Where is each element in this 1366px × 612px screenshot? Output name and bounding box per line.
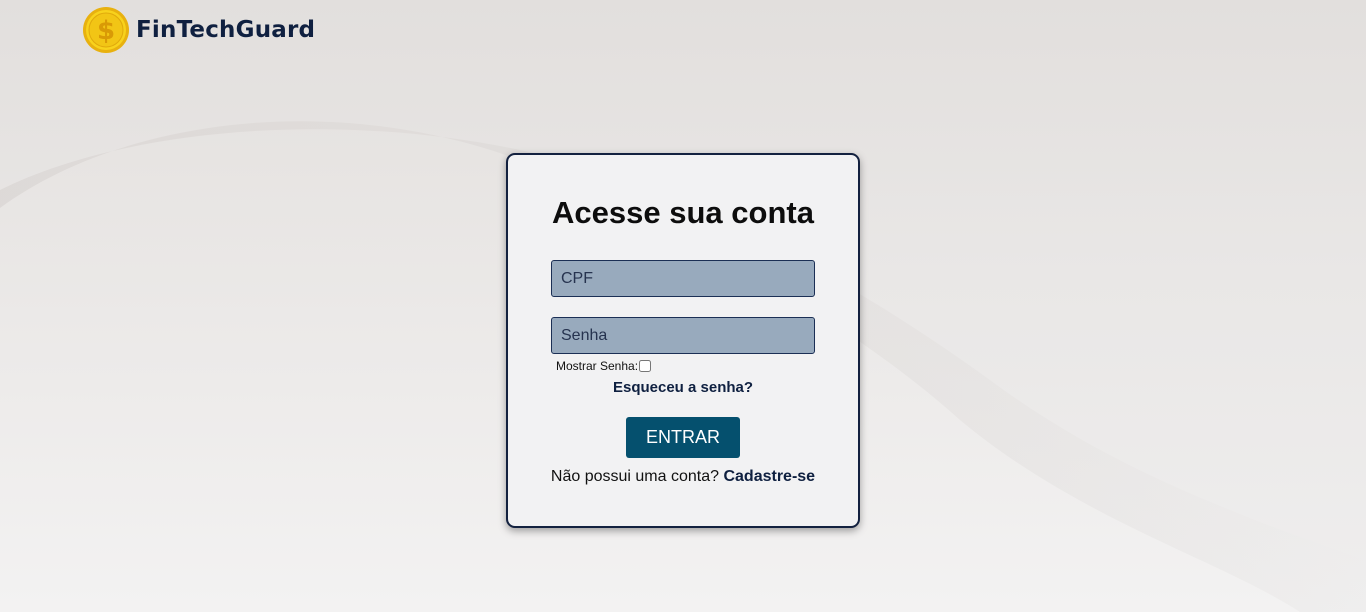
site-header: $ FinTechGuard (82, 6, 315, 54)
login-card: Acesse sua conta Mostrar Senha: Esqueceu… (506, 153, 860, 528)
password-input[interactable] (551, 317, 815, 354)
login-button[interactable]: ENTRAR (626, 417, 740, 458)
no-account-text: Não possui uma conta? (550, 468, 720, 485)
show-password-checkbox[interactable] (639, 360, 652, 372)
show-password-row[interactable]: Mostrar Senha: (556, 359, 652, 373)
cpf-input[interactable] (551, 260, 815, 297)
signup-link[interactable]: Cadastre-se (723, 468, 815, 485)
show-password-label: Mostrar Senha: (556, 359, 639, 373)
svg-text:$: $ (97, 16, 115, 46)
login-title: Acesse sua conta (552, 195, 814, 230)
brand-name: FinTechGuard (136, 17, 316, 43)
dollar-coin-icon: $ (83, 7, 129, 53)
forgot-password-link[interactable]: Esqueceu a senha? (508, 379, 858, 396)
signup-prompt: Não possui uma conta? Cadastre-se (508, 468, 858, 486)
